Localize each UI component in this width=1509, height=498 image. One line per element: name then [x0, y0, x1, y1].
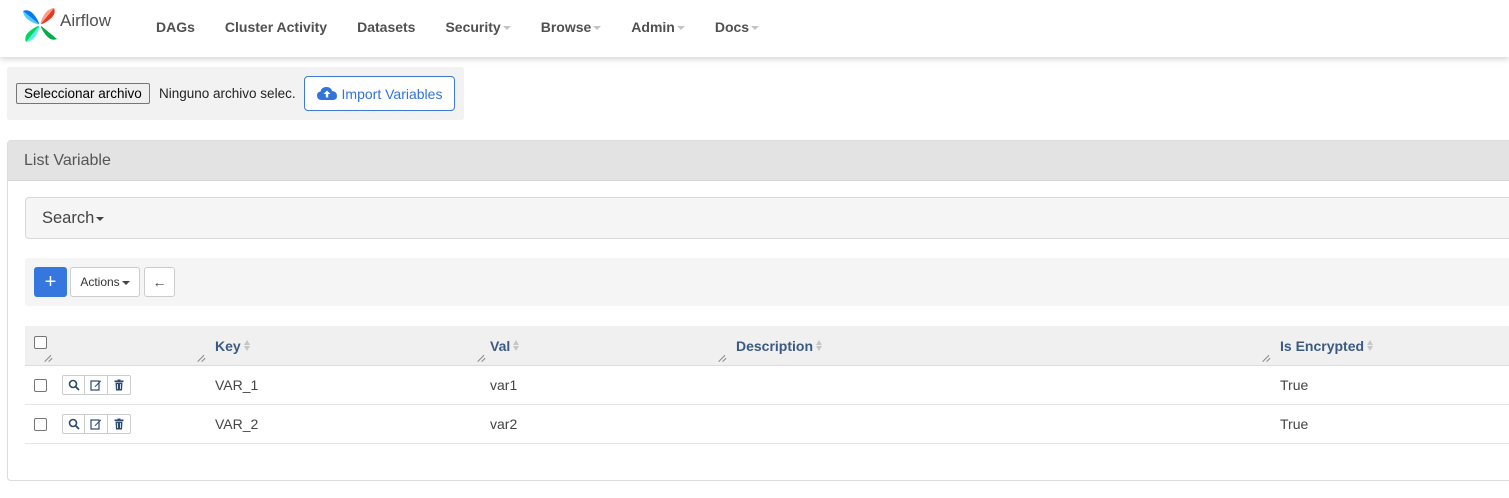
add-record-button[interactable]: +: [34, 267, 67, 297]
brand[interactable]: Airflow: [20, 5, 111, 45]
sort-icon: [816, 340, 823, 351]
import-variables-button[interactable]: Import Variables: [304, 76, 455, 111]
search-icon: [68, 379, 80, 391]
cell-is-encrypted: True: [1280, 416, 1309, 432]
brand-name: Airflow: [60, 11, 112, 30]
list-variable-panel: List Variable Search + Actions ← Key Val: [7, 140, 1509, 481]
show-record-button[interactable]: [62, 414, 85, 434]
nav-item-docs[interactable]: Docs: [700, 19, 774, 35]
nav-menu: DAGs Cluster Activity Datasets Security …: [141, 0, 774, 54]
column-header-key[interactable]: Key: [215, 326, 250, 365]
row-actions: [62, 366, 131, 404]
column-resize-handle[interactable]: [719, 354, 727, 362]
caret-down-icon: [676, 26, 685, 30]
column-resize-handle[interactable]: [478, 354, 486, 362]
search-label: Search: [42, 208, 95, 227]
row-select-cell: [34, 366, 47, 404]
actions-dropdown-button[interactable]: Actions: [70, 267, 140, 297]
import-button-label: Import Variables: [341, 85, 443, 102]
column-header-val[interactable]: Val: [490, 326, 520, 365]
sort-icon: [513, 340, 520, 351]
edit-icon: [90, 419, 102, 430]
trash-icon: [114, 379, 124, 391]
nav-item-cluster-activity[interactable]: Cluster Activity: [210, 19, 342, 35]
nav-item-dags[interactable]: DAGs: [141, 19, 210, 35]
column-label: Is Encrypted: [1280, 337, 1365, 354]
table-row: VAR_1 var1 True: [25, 366, 1509, 405]
search-icon: [68, 418, 80, 430]
list-toolbar: + Actions ←: [25, 258, 1509, 306]
show-record-button[interactable]: [62, 375, 85, 395]
row-select-cell: [34, 405, 47, 443]
nav-item-browse[interactable]: Browse: [526, 19, 617, 35]
caret-down-icon: [593, 26, 602, 30]
airflow-logo-icon: [23, 8, 57, 42]
edit-record-button[interactable]: [85, 375, 108, 395]
arrow-left-icon: ←: [152, 274, 167, 290]
import-variables-panel: Seleccionar archivo Ninguno archivo sele…: [7, 67, 464, 120]
search-toggle[interactable]: Search: [25, 197, 1509, 239]
caret-down-icon: [751, 26, 760, 30]
caret-down-icon: [96, 217, 105, 221]
nav-item-security[interactable]: Security: [430, 19, 525, 35]
nav-item-label: Admin: [631, 19, 675, 35]
select-all-checkbox[interactable]: [34, 336, 47, 349]
sort-icon: [243, 340, 250, 351]
cell-val: var2: [490, 416, 518, 432]
cell-val: var1: [490, 377, 518, 393]
edit-record-button[interactable]: [85, 414, 108, 434]
variables-table: Key Val Description Is Encrypted VAR_1 v…: [25, 326, 1509, 444]
panel-title: List Variable: [8, 141, 1509, 181]
nav-item-admin[interactable]: Admin: [616, 19, 700, 35]
back-button[interactable]: ←: [144, 267, 175, 297]
cell-is-encrypted: True: [1280, 377, 1309, 393]
delete-record-button[interactable]: [108, 414, 131, 434]
row-checkbox[interactable]: [34, 417, 47, 431]
actions-label: Actions: [80, 275, 120, 289]
cell-key: VAR_2: [215, 416, 259, 432]
file-status-text: Ninguno archivo selec.: [159, 86, 296, 101]
edit-icon: [90, 380, 102, 391]
column-label: Description: [736, 337, 814, 354]
column-resize-handle[interactable]: [1263, 354, 1271, 362]
choose-file-button[interactable]: Seleccionar archivo: [16, 83, 150, 104]
table-header: Key Val Description Is Encrypted: [25, 326, 1509, 366]
column-label: Key: [215, 337, 241, 354]
column-resize-handle[interactable]: [45, 354, 53, 362]
top-navbar: Airflow DAGs Cluster Activity Datasets S…: [0, 0, 1509, 57]
column-resize-handle[interactable]: [198, 354, 206, 362]
nav-item-label: Docs: [714, 19, 750, 35]
caret-down-icon: [502, 26, 511, 30]
nav-item-label: Datasets: [357, 19, 416, 35]
nav-item-datasets[interactable]: Datasets: [342, 19, 430, 35]
row-actions: [62, 405, 131, 443]
nav-item-label: Cluster Activity: [224, 19, 328, 35]
column-header-description[interactable]: Description: [736, 326, 823, 365]
row-checkbox[interactable]: [34, 378, 47, 392]
cell-key: VAR_1: [215, 377, 259, 393]
trash-icon: [114, 418, 124, 430]
nav-item-label: Security: [445, 19, 501, 35]
table-row: VAR_2 var2 True: [25, 405, 1509, 444]
column-label: Val: [490, 337, 511, 354]
caret-down-icon: [121, 281, 130, 285]
nav-item-label: DAGs: [156, 19, 195, 35]
nav-item-label: Browse: [540, 19, 592, 35]
column-header-is-encrypted[interactable]: Is Encrypted: [1280, 326, 1374, 365]
sort-icon: [1367, 340, 1374, 351]
cloud-upload-icon: [316, 87, 337, 100]
delete-record-button[interactable]: [108, 375, 131, 395]
